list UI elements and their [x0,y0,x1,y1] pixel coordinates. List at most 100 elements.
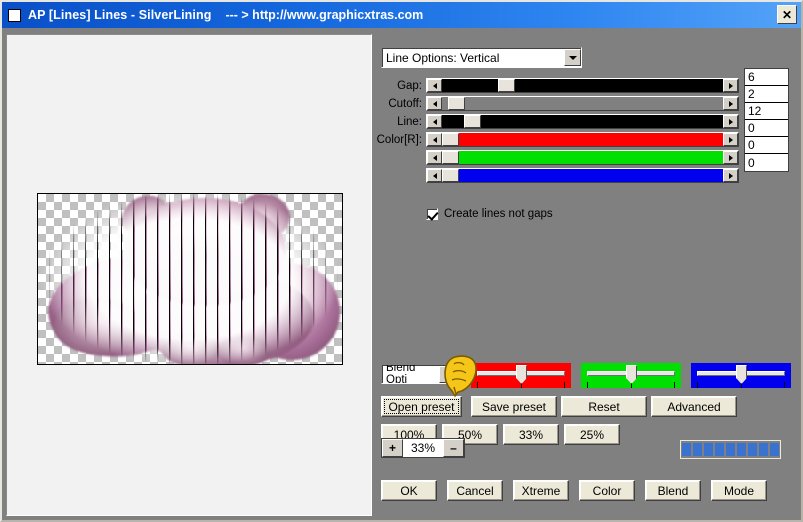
zoom-33-label: 33% [518,427,544,442]
checkbox-checked-icon[interactable] [426,208,438,220]
slider-cutoff-left-arrow-icon[interactable] [427,97,442,110]
value-boxes: 6 2 12 0 0 0 [744,68,789,172]
cancel-button[interactable]: Cancel [447,480,503,501]
window-title-url: --- > http://www.graphicxtras.com [225,8,424,22]
filter-preview-image[interactable] [37,193,343,365]
progress-block [726,443,735,456]
slider-color-b[interactable] [426,168,739,183]
slider-color-b-left-arrow-icon[interactable] [427,169,442,182]
progress-block [715,443,724,456]
zoom-stepper[interactable]: + 33% – [381,438,465,458]
zoom-25-button[interactable]: 25% [564,424,620,445]
blend-slider-red[interactable] [471,363,571,388]
slider-label-gap: Gap: [397,79,422,92]
reset-button[interactable]: Reset [561,396,647,417]
slider-line[interactable] [426,114,739,129]
slider-gap[interactable] [426,78,739,93]
slider-gap-thumb[interactable] [498,79,516,92]
progress-block [682,443,691,456]
mode-button[interactable]: Mode [711,480,767,501]
slider-color-g-thumb[interactable] [442,151,459,164]
slider-cutoff[interactable] [426,96,739,111]
blend-slider-blue[interactable] [691,363,791,388]
slider-gap-left-arrow-icon[interactable] [427,79,442,92]
application-window: AP [Lines] Lines - SilverLining --- > ht… [0,0,803,522]
chevron-down-icon[interactable] [439,365,456,383]
blend-label: Blend [657,483,689,498]
progress-block [737,443,746,456]
line-options-value: Line Options: Vertical [386,50,500,65]
progress-block [693,443,702,456]
progress-block [770,443,779,456]
blend-options-value: Blend Opti [386,364,416,384]
progress-indicator [680,440,781,459]
slider-cutoff-thumb[interactable] [447,97,465,110]
title-bar[interactable]: AP [Lines] Lines - SilverLining --- > ht… [2,2,801,28]
zoom-value[interactable]: 33% [403,439,443,457]
slider-line-left-arrow-icon[interactable] [427,115,442,128]
progress-block [748,443,757,456]
window-icon [8,8,21,22]
slider-color-r-right-arrow-icon[interactable] [723,133,738,146]
ok-label: OK [400,483,418,498]
value-color-g[interactable]: 0 [745,137,788,154]
line-options-dropdown[interactable]: Line Options: Vertical [381,47,582,68]
advanced-button[interactable]: Advanced [651,396,737,417]
open-preset-label: Open preset [388,399,455,414]
slider-row-line: Line: [397,114,739,129]
color-button[interactable]: Color [579,480,635,501]
slider-line-thumb[interactable] [464,115,482,128]
progress-block [759,443,768,456]
blend-slider-green[interactable] [581,363,681,388]
advanced-label: Advanced [667,399,721,414]
zoom-increase-button[interactable]: + [382,439,403,457]
save-preset-button[interactable]: Save preset [471,396,557,417]
close-icon[interactable]: ✕ [777,5,797,24]
xtreme-button[interactable]: Xtreme [513,480,569,501]
progress-block [704,443,713,456]
slider-color-r-thumb[interactable] [442,133,459,146]
zoom-25-label: 25% [579,427,605,442]
tick-right [674,382,675,388]
slider-label-color-r: Color[R]: [376,133,422,146]
blend-button[interactable]: Blend [645,480,701,501]
zoom-decrease-button[interactable]: – [443,439,464,457]
slider-line-right-arrow-icon[interactable] [723,115,738,128]
xtreme-label: Xtreme [521,483,561,498]
ok-button[interactable]: OK [381,480,437,501]
tick-left [697,382,698,388]
slider-row-gap: Gap: [397,78,739,93]
slider-color-b-thumb[interactable] [442,169,459,182]
slider-color-r[interactable] [426,132,739,147]
value-line[interactable]: 12 [745,103,788,120]
slider-row-color-b [426,168,739,183]
blend-options-dropdown[interactable]: Blend Opti [381,364,457,384]
slider-color-b-right-arrow-icon[interactable] [723,169,738,182]
controls-panel: Line Options: Vertical Gap: Cutoff: Line… [376,34,797,516]
slider-cutoff-right-arrow-icon[interactable] [723,97,738,110]
zoom-33-button[interactable]: 33% [503,424,559,445]
open-preset-button[interactable]: Open preset [381,396,462,417]
slider-row-color-r: Color[R]: [377,132,739,147]
slider-label-cutoff: Cutoff: [388,97,422,110]
value-color-b[interactable]: 0 [745,154,788,171]
tick-right [564,382,565,388]
vertical-lines-overlay [38,194,342,364]
create-lines-not-gaps-checkbox[interactable]: Create lines not gaps [426,208,553,220]
slider-color-g[interactable] [426,150,739,165]
chevron-down-icon[interactable] [564,49,581,66]
reset-label: Reset [588,399,620,414]
slider-color-g-left-arrow-icon[interactable] [427,151,442,164]
slider-color-g-right-arrow-icon[interactable] [723,151,738,164]
slider-row-cutoff: Cutoff: [388,96,739,111]
value-gap[interactable]: 6 [745,69,788,86]
color-label: Color [592,483,622,498]
slider-row-color-g [426,150,739,165]
value-color-r[interactable]: 0 [745,120,788,137]
slider-gap-right-arrow-icon[interactable] [723,79,738,92]
tick-right [784,382,785,388]
slider-color-r-left-arrow-icon[interactable] [427,133,442,146]
value-cutoff[interactable]: 2 [745,86,788,103]
tick-left [477,382,478,388]
cancel-label: Cancel [456,483,494,498]
